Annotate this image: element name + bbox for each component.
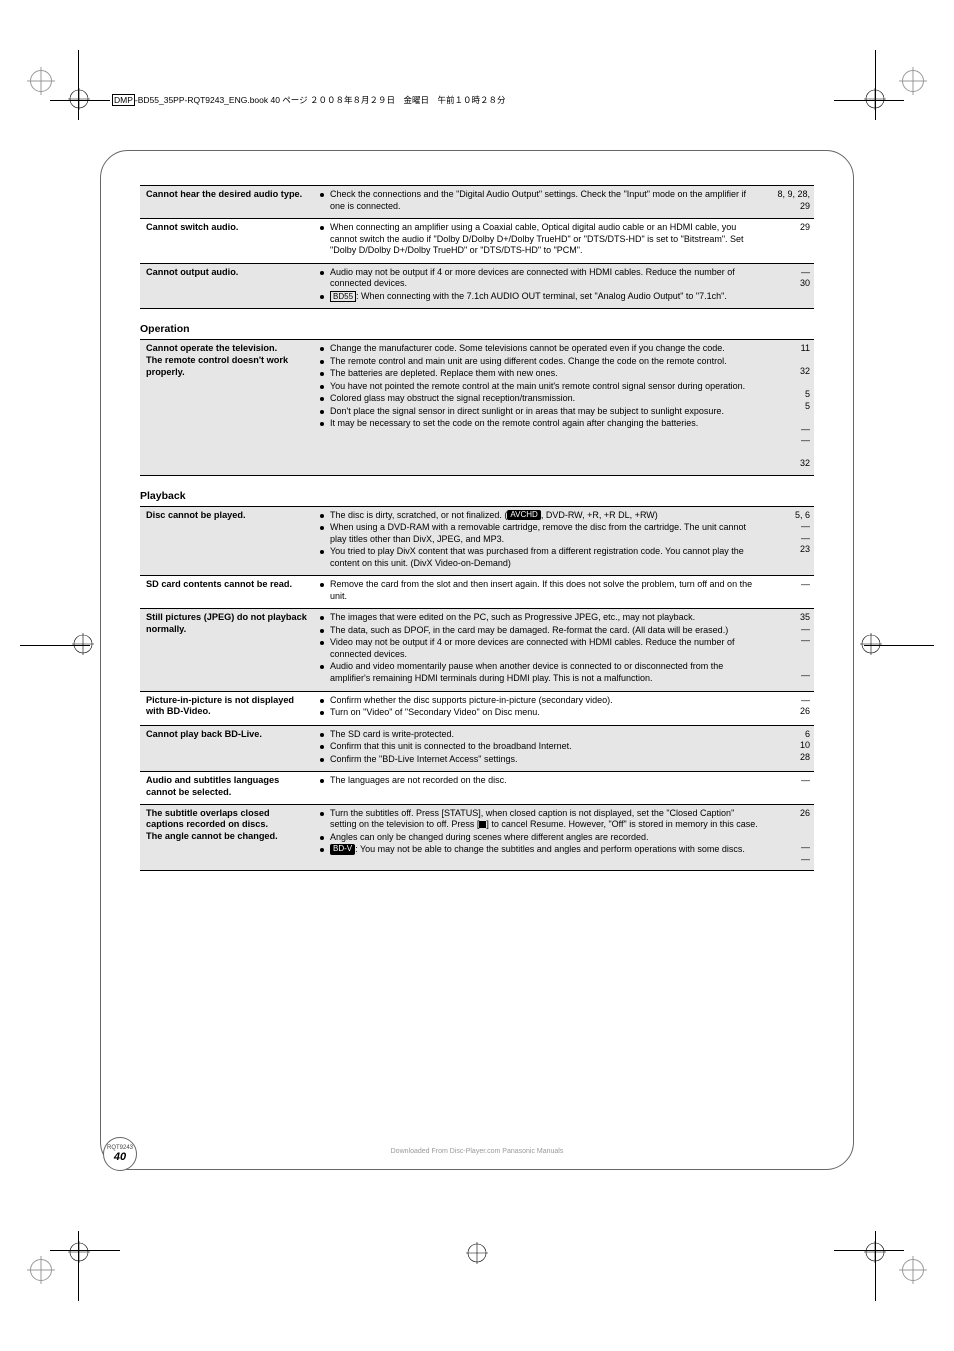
- page-ref-cell: 6 10 28: [768, 725, 814, 772]
- page-ref-cell: 8, 9, 28, 29: [768, 186, 814, 219]
- causes-cell: Turn the subtitles off. Press [STATUS], …: [314, 804, 768, 871]
- causes-cell: Remove the card from the slot and then i…: [314, 576, 768, 609]
- bd55-badge: BD55: [330, 291, 356, 302]
- cause-item: When using a DVD-RAM with a removable ca…: [320, 522, 762, 545]
- page-ref-cell: 5, 6 — — 23: [768, 506, 814, 576]
- causes-cell: Confirm whether the disc supports pictur…: [314, 691, 768, 725]
- cause-item: Colored glass may obstruct the signal re…: [320, 393, 762, 405]
- cause-item: The remote control and main unit are usi…: [320, 356, 762, 368]
- causes-cell: When connecting an amplifier using a Coa…: [314, 219, 768, 264]
- causes-cell: The images that were edited on the PC, s…: [314, 609, 768, 691]
- cause-item: The data, such as DPOF, in the card may …: [320, 625, 762, 637]
- cause-item: Turn the subtitles off. Press [STATUS], …: [320, 808, 762, 831]
- symptom-cell: Cannot operate the television.The remote…: [140, 340, 314, 476]
- causes-cell: The disc is dirty, scratched, or not fin…: [314, 506, 768, 576]
- cause-item: Turn on "Video" of "Secondary Video" on …: [320, 707, 762, 719]
- cause-item: Confirm the "BD-Live Internet Access" se…: [320, 754, 762, 766]
- troubleshoot-table-operation: Cannot operate the television.The remote…: [140, 339, 814, 476]
- content-area: Cannot hear the desired audio type. Check…: [140, 185, 814, 885]
- cause-item: Don't place the signal sensor in direct …: [320, 406, 762, 418]
- crop-mark-mid-bottom: [457, 1233, 497, 1273]
- symptom-cell: Still pictures (JPEG) do not playback no…: [140, 609, 314, 691]
- causes-cell: Check the connections and the "Digital A…: [314, 186, 768, 219]
- cause-item: Angles can only be changed during scenes…: [320, 832, 762, 844]
- table-row: Cannot output audio. Audio may not be out…: [140, 263, 814, 309]
- cause-item: Audio may not be output if 4 or more dev…: [320, 267, 762, 290]
- page-number-circle: RQT9243 40: [103, 1137, 137, 1171]
- symptom-cell: Audio and subtitles languages cannot be …: [140, 772, 314, 805]
- causes-cell: The languages are not recorded on the di…: [314, 772, 768, 805]
- cause-item: When connecting an amplifier using a Coa…: [320, 222, 762, 257]
- causes-cell: Change the manufacturer code. Some telev…: [314, 340, 768, 476]
- bdv-badge: BD-V: [330, 844, 355, 854]
- cause-item: Check the connections and the "Digital A…: [320, 189, 762, 212]
- table-row: Audio and subtitles languages cannot be …: [140, 772, 814, 805]
- page-ref-cell: 29: [768, 219, 814, 264]
- filename-boxed: DMP: [112, 94, 135, 106]
- section-head-operation: Operation: [140, 323, 814, 335]
- cause-item: BD55: When connecting with the 7.1ch AUD…: [320, 291, 762, 303]
- symptom-cell: Disc cannot be played.: [140, 506, 314, 576]
- table-row: Cannot play back BD-Live.The SD card is …: [140, 725, 814, 772]
- symptom-cell: Cannot switch audio.: [140, 219, 314, 264]
- cause-item: It may be necessary to set the code on t…: [320, 418, 762, 430]
- section-head-playback: Playback: [140, 490, 814, 502]
- rqt-code: RQT9243: [107, 1145, 133, 1152]
- causes-cell: The SD card is write-protected.Confirm t…: [314, 725, 768, 772]
- cause-item: You tried to play DivX content that was …: [320, 546, 762, 569]
- cause-item: The languages are not recorded on the di…: [320, 775, 762, 787]
- page-ref-cell: 11 32 5 5 — — 32: [768, 340, 814, 476]
- crop-mark-top-left: [30, 70, 110, 150]
- table-row: SD card contents cannot be read. Remove t…: [140, 576, 814, 609]
- cause-item: The disc is dirty, scratched, or not fin…: [320, 510, 762, 522]
- troubleshoot-table-audio: Cannot hear the desired audio type. Check…: [140, 185, 814, 309]
- stop-icon: [479, 821, 486, 828]
- table-row: Cannot operate the television.The remote…: [140, 340, 814, 476]
- table-row: Picture-in-picture is not displayed with…: [140, 691, 814, 725]
- cause-item: Change the manufacturer code. Some telev…: [320, 343, 762, 355]
- cause-item: Remove the card from the slot and then i…: [320, 579, 762, 602]
- symptom-cell: Cannot play back BD-Live.: [140, 725, 314, 772]
- page-ref-cell: — 26: [768, 691, 814, 725]
- table-row: Cannot switch audio.When connecting an a…: [140, 219, 814, 264]
- symptom-cell: The subtitle overlaps closed captions re…: [140, 804, 314, 871]
- symptom-cell: Picture-in-picture is not displayed with…: [140, 691, 314, 725]
- table-row: Disc cannot be played. The disc is dirty,…: [140, 506, 814, 576]
- table-row: Cannot hear the desired audio type. Check…: [140, 186, 814, 219]
- cause-item: BD-V: You may not be able to change the …: [320, 844, 762, 856]
- avchd-badge: AVCHD: [507, 510, 540, 520]
- cause-item: You have not pointed the remote control …: [320, 381, 762, 393]
- crop-mark-mid-left: [30, 625, 110, 705]
- table-row: The subtitle overlaps closed captions re…: [140, 804, 814, 871]
- page-ref-cell: 26 — —: [768, 804, 814, 871]
- cause-item: The images that were edited on the PC, s…: [320, 612, 762, 624]
- page-ref-cell: —: [768, 576, 814, 609]
- cause-item: The SD card is write-protected.: [320, 729, 762, 741]
- cause-item: Confirm whether the disc supports pictur…: [320, 695, 762, 707]
- cause-item: Confirm that this unit is connected to t…: [320, 741, 762, 753]
- cause-item: Audio and video momentarily pause when a…: [320, 661, 762, 684]
- page-number: 40: [114, 1151, 126, 1163]
- cause-item: The batteries are depleted. Replace them…: [320, 368, 762, 380]
- filename-rest: -BD55_35PP-RQT9243_ENG.book 40 ページ ２００８年…: [135, 95, 506, 105]
- footer-attribution: Downloaded From Disc-Player.com Panasoni…: [391, 1148, 564, 1155]
- symptom-cell: SD card contents cannot be read.: [140, 576, 314, 609]
- crop-mark-bottom-right: [844, 1201, 924, 1281]
- symptom-cell: Cannot output audio.: [140, 263, 314, 309]
- table-row: Still pictures (JPEG) do not playback no…: [140, 609, 814, 691]
- proof-header: DMP-BD55_35PP-RQT9243_ENG.book 40 ページ ２０…: [110, 94, 508, 106]
- crop-mark-mid-right: [844, 625, 924, 705]
- page-ref-cell: —: [768, 772, 814, 805]
- crop-mark-bottom-left: [30, 1201, 110, 1281]
- crop-mark-top-right: [844, 70, 924, 150]
- cause-item: Video may not be output if 4 or more dev…: [320, 637, 762, 660]
- page-ref-cell: 35 — — —: [768, 609, 814, 691]
- page-ref-cell: — 30: [768, 263, 814, 309]
- symptom-cell: Cannot hear the desired audio type.: [140, 186, 314, 219]
- troubleshoot-table-playback: Disc cannot be played. The disc is dirty,…: [140, 506, 814, 871]
- causes-cell: Audio may not be output if 4 or more dev…: [314, 263, 768, 309]
